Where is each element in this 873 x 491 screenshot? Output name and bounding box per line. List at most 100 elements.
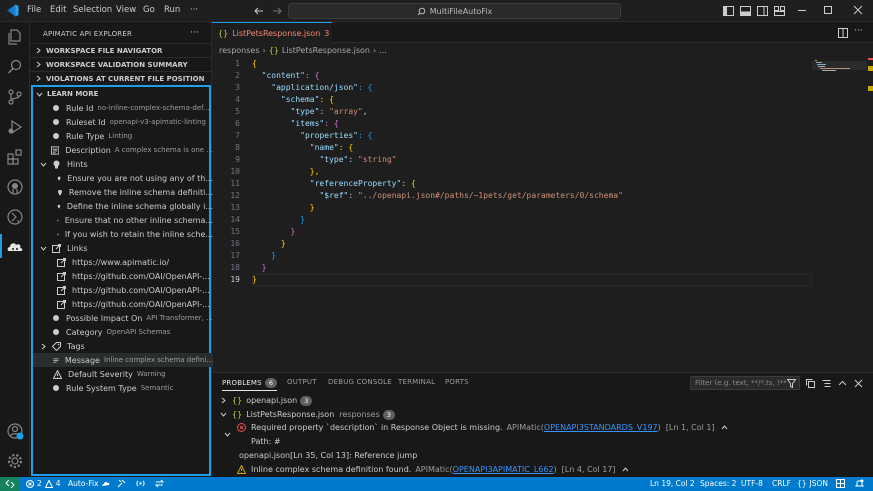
description-item[interactable]: Description A complex schema is one ... bbox=[33, 143, 213, 157]
link-item[interactable]: https://github.com/OAI/OpenAPI-... bbox=[33, 269, 213, 283]
minimize-window-icon[interactable] bbox=[798, 10, 806, 11]
account-icon[interactable] bbox=[6, 422, 24, 440]
forward-arrow-icon[interactable] bbox=[272, 6, 282, 16]
tab-problems[interactable]: PROBLEMS 6 bbox=[222, 378, 278, 391]
hint-item[interactable]: Ensure you are not using any of th... bbox=[33, 171, 213, 185]
indentation[interactable]: Spaces: 2 bbox=[700, 479, 736, 488]
link-item[interactable]: https://github.com/OAI/OpenAPI-... bbox=[33, 283, 213, 297]
hint-item[interactable]: Ensure that no other inline schema... bbox=[33, 213, 213, 227]
toggle-secondary-sidebar-icon[interactable] bbox=[757, 6, 768, 16]
broadcast-icon[interactable] bbox=[136, 479, 145, 488]
explorer-files-icon[interactable] bbox=[6, 28, 24, 46]
problem-file-listpetsresponse[interactable]: {} ListPetsResponse.json responses 3 bbox=[220, 408, 395, 421]
command-center-search[interactable]: MultiFileAutoFix bbox=[288, 3, 621, 19]
apimatic-explorer-icon[interactable] bbox=[6, 238, 24, 256]
problems-filter-input[interactable]: Filter (e.g. text, **/*.ts, !**... bbox=[690, 376, 800, 390]
toggle-primary-sidebar-icon[interactable] bbox=[723, 6, 734, 16]
hints-group[interactable]: Hints bbox=[33, 157, 213, 171]
breadcrumb-file[interactable]: ListPetsResponse.json bbox=[282, 46, 370, 55]
section-violations-current-position[interactable]: VIOLATIONS AT CURRENT FILE POSITION bbox=[30, 71, 211, 85]
minimap[interactable] bbox=[812, 58, 873, 378]
chevron-up-icon[interactable] bbox=[838, 379, 847, 388]
layout-icon[interactable] bbox=[836, 479, 845, 488]
chevron-up-icon[interactable] bbox=[622, 466, 629, 473]
current-line-highlight bbox=[252, 274, 812, 286]
remote-indicator[interactable] bbox=[0, 477, 20, 491]
copy-icon[interactable] bbox=[806, 379, 815, 388]
problem-row-error[interactable]: Required property `description` in Respo… bbox=[237, 421, 728, 434]
chevron-up-icon[interactable] bbox=[721, 424, 728, 431]
tags-group[interactable]: Tags bbox=[33, 339, 213, 353]
problem-row-warning[interactable]: Inline complex schema definition found. … bbox=[237, 463, 629, 476]
category-item[interactable]: Category OpenAPI Schemas bbox=[33, 325, 213, 339]
menu-go[interactable]: Go bbox=[143, 5, 155, 15]
rule-code-link[interactable]: OPENAPI3STANDARDS_V197 bbox=[544, 423, 658, 432]
editor-more-actions[interactable]: ··· bbox=[854, 26, 863, 36]
rule-system-type-item[interactable]: Rule System Type Semantic bbox=[33, 381, 213, 395]
customize-layout-icon[interactable] bbox=[774, 6, 785, 16]
encoding[interactable]: UTF-8 bbox=[741, 479, 763, 488]
hint-item[interactable]: If you wish to retain the inline sche... bbox=[33, 227, 213, 241]
code-editor[interactable]: { "content": { "application/json": { "sc… bbox=[252, 58, 812, 286]
code-punctuation: } bbox=[280, 239, 286, 248]
menu-edit[interactable]: Edit bbox=[50, 5, 66, 15]
close-window-icon[interactable] bbox=[853, 5, 863, 15]
extensions-icon[interactable] bbox=[6, 148, 24, 166]
rule-code-link[interactable]: OPENAPI3APIMATIC_L662 bbox=[453, 465, 554, 474]
end-of-line[interactable]: CRLF bbox=[772, 479, 791, 488]
language-mode[interactable]: {} JSON bbox=[797, 479, 828, 488]
run-and-debug-icon[interactable] bbox=[6, 118, 24, 136]
tab-ports[interactable]: PORTS bbox=[445, 378, 469, 386]
search-icon[interactable] bbox=[6, 58, 24, 76]
sidebar-more-actions[interactable]: ··· bbox=[190, 28, 199, 38]
rule-id-item[interactable]: Rule Id no-inline-complex-schema-def... bbox=[33, 101, 213, 115]
tab-listpetsresponse[interactable]: {} ListPetsResponse.json 3 bbox=[212, 22, 332, 43]
link-item[interactable]: https://www.apimatic.io/ bbox=[33, 255, 213, 269]
message-item[interactable]: Message Inline complex schema defini... bbox=[33, 353, 213, 367]
hint-item[interactable]: Remove the inline schema definiti... bbox=[33, 185, 213, 199]
menu-file[interactable]: File bbox=[27, 5, 41, 15]
possible-impact-item[interactable]: Possible Impact On API Transformer, ... bbox=[33, 311, 213, 325]
tab-debug-console[interactable]: DEBUG CONSOLE bbox=[328, 378, 392, 386]
auto-fix-button[interactable]: Auto-Fix bbox=[68, 479, 110, 488]
close-panel-icon[interactable] bbox=[854, 379, 863, 388]
problem-file-openapi[interactable]: {} openapi.json 3 bbox=[220, 394, 313, 407]
back-arrow-icon[interactable] bbox=[254, 6, 264, 16]
problems-status[interactable]: 2 4 bbox=[26, 479, 61, 488]
menu-selection[interactable]: Selection bbox=[73, 5, 112, 15]
cursor-position[interactable]: Ln 19, Col 2 bbox=[650, 479, 695, 488]
menu-view[interactable]: View bbox=[116, 5, 136, 15]
settings-gear-icon[interactable] bbox=[6, 452, 24, 470]
restore-window-icon[interactable] bbox=[824, 6, 832, 14]
filter-icon[interactable] bbox=[787, 378, 796, 388]
tools-icon[interactable] bbox=[117, 479, 126, 488]
link-item[interactable]: https://github.com/OAI/OpenAPI-... bbox=[33, 297, 213, 311]
chevron-down-icon[interactable] bbox=[224, 428, 231, 441]
sync-icon[interactable] bbox=[155, 479, 164, 488]
split-editor-icon[interactable] bbox=[838, 28, 848, 38]
source-control-icon[interactable] bbox=[6, 88, 24, 106]
menu-run[interactable]: Run bbox=[164, 5, 180, 15]
tab-terminal[interactable]: TERMINAL bbox=[398, 378, 435, 386]
view-as-tree-icon[interactable] bbox=[822, 379, 831, 388]
menu-more[interactable]: ··· bbox=[190, 5, 198, 15]
github-icon[interactable] bbox=[6, 178, 24, 196]
breadcrumb-symbol[interactable]: ... bbox=[379, 46, 387, 55]
section-learn-more[interactable]: LEARN MORE bbox=[33, 87, 213, 101]
ruleset-id-item[interactable]: Ruleset Id openapi-v3-apimatic-linting bbox=[33, 115, 213, 129]
code-line: "type": "array", bbox=[252, 106, 812, 118]
code-punctuation: } bbox=[271, 251, 277, 260]
toggle-panel-icon[interactable] bbox=[740, 6, 751, 16]
links-group[interactable]: Links bbox=[33, 241, 213, 255]
hint-item[interactable]: Define the inline schema globally i... bbox=[33, 199, 213, 213]
problem-related-reference[interactable]: openapi.json[Ln 35, Col 13]: Reference j… bbox=[239, 449, 417, 462]
breadcrumb-folder[interactable]: responses bbox=[219, 46, 260, 55]
notifications-bell-icon[interactable] bbox=[855, 479, 864, 488]
rule-type-item[interactable]: Rule Type Linting bbox=[33, 129, 213, 143]
tab-output[interactable]: OUTPUT bbox=[287, 378, 317, 386]
remote-explorer-icon[interactable] bbox=[6, 208, 24, 226]
default-severity-item[interactable]: Default Severity Warning bbox=[33, 367, 213, 381]
section-validation-summary[interactable]: WORKSPACE VALIDATION SUMMARY bbox=[30, 57, 211, 71]
section-file-navigator[interactable]: WORKSPACE FILE NAVIGATOR bbox=[30, 43, 211, 57]
